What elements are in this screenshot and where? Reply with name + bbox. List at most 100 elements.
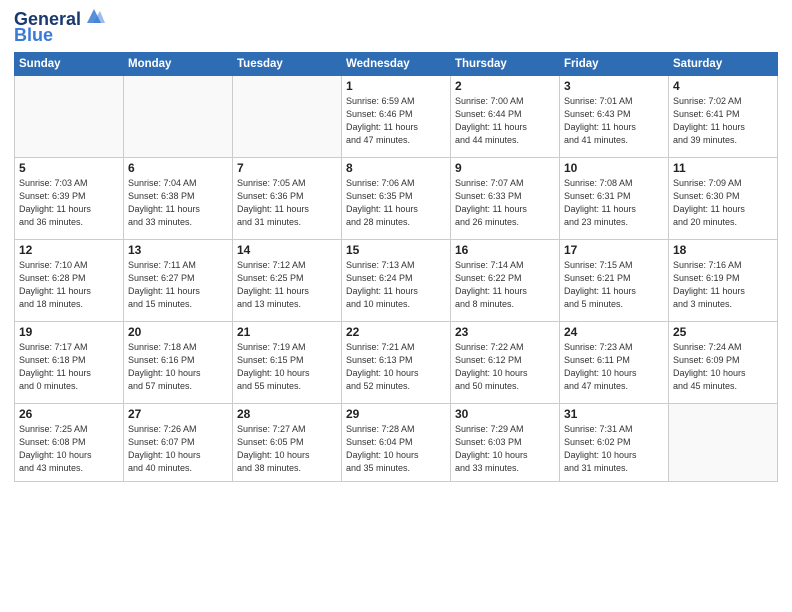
day-cell: 18Sunrise: 7:16 AM Sunset: 6:19 PM Dayli… (669, 239, 778, 321)
day-number: 22 (346, 325, 446, 339)
day-info: Sunrise: 6:59 AM Sunset: 6:46 PM Dayligh… (346, 95, 446, 147)
day-cell (124, 75, 233, 157)
day-cell: 25Sunrise: 7:24 AM Sunset: 6:09 PM Dayli… (669, 321, 778, 403)
day-number: 25 (673, 325, 773, 339)
weekday-header-wednesday: Wednesday (342, 52, 451, 75)
day-info: Sunrise: 7:18 AM Sunset: 6:16 PM Dayligh… (128, 341, 228, 393)
day-info: Sunrise: 7:25 AM Sunset: 6:08 PM Dayligh… (19, 423, 119, 475)
day-info: Sunrise: 7:26 AM Sunset: 6:07 PM Dayligh… (128, 423, 228, 475)
day-info: Sunrise: 7:13 AM Sunset: 6:24 PM Dayligh… (346, 259, 446, 311)
day-cell (233, 75, 342, 157)
week-row-2: 5 Sunrise: 7:03 AM Sunset: 6:39 PM Daylig… (15, 157, 778, 239)
day-info: Sunrise: 7:12 AM Sunset: 6:25 PM Dayligh… (237, 259, 337, 311)
day-info: Sunrise: 7:14 AM Sunset: 6:22 PM Dayligh… (455, 259, 555, 311)
day-cell: 2 Sunrise: 7:00 AM Sunset: 6:44 PM Daylig… (451, 75, 560, 157)
day-number: 7 (237, 161, 337, 175)
day-number: 8 (346, 161, 446, 175)
day-cell (669, 403, 778, 481)
weekday-header-monday: Monday (124, 52, 233, 75)
day-number: 18 (673, 243, 773, 257)
day-cell: 7 Sunrise: 7:05 AM Sunset: 6:36 PM Daylig… (233, 157, 342, 239)
week-row-3: 12 Sunrise: 7:10 AM Sunset: 6:28 PM Dayli… (15, 239, 778, 321)
day-info: Sunrise: 7:31 AM Sunset: 6:02 PM Dayligh… (564, 423, 664, 475)
day-cell: 27 Sunrise: 7:26 AM Sunset: 6:07 PM Dayli… (124, 403, 233, 481)
day-info: Sunrise: 7:04 AM Sunset: 6:38 PM Dayligh… (128, 177, 228, 229)
day-info: Sunrise: 7:21 AM Sunset: 6:13 PM Dayligh… (346, 341, 446, 393)
day-number: 23 (455, 325, 555, 339)
week-row-1: 1 Sunrise: 6:59 AM Sunset: 6:46 PM Daylig… (15, 75, 778, 157)
day-cell: 11 Sunrise: 7:09 AM Sunset: 6:30 PM Dayli… (669, 157, 778, 239)
day-info: Sunrise: 7:10 AM Sunset: 6:28 PM Dayligh… (19, 259, 119, 311)
weekday-header-row: SundayMondayTuesdayWednesdayThursdayFrid… (15, 52, 778, 75)
day-cell: 10Sunrise: 7:08 AM Sunset: 6:31 PM Dayli… (560, 157, 669, 239)
day-cell: 28 Sunrise: 7:27 AM Sunset: 6:05 PM Dayli… (233, 403, 342, 481)
day-info: Sunrise: 7:08 AM Sunset: 6:31 PM Dayligh… (564, 177, 664, 229)
day-cell: 17 Sunrise: 7:15 AM Sunset: 6:21 PM Dayli… (560, 239, 669, 321)
calendar-table: SundayMondayTuesdayWednesdayThursdayFrid… (14, 52, 778, 482)
day-number: 31 (564, 407, 664, 421)
day-number: 12 (19, 243, 119, 257)
day-cell: 15Sunrise: 7:13 AM Sunset: 6:24 PM Dayli… (342, 239, 451, 321)
day-info: Sunrise: 7:17 AM Sunset: 6:18 PM Dayligh… (19, 341, 119, 393)
day-cell: 8 Sunrise: 7:06 AM Sunset: 6:35 PM Daylig… (342, 157, 451, 239)
day-cell: 21Sunrise: 7:19 AM Sunset: 6:15 PM Dayli… (233, 321, 342, 403)
day-number: 26 (19, 407, 119, 421)
day-cell: 29 Sunrise: 7:28 AM Sunset: 6:04 PM Dayli… (342, 403, 451, 481)
day-cell: 14 Sunrise: 7:12 AM Sunset: 6:25 PM Dayli… (233, 239, 342, 321)
day-number: 14 (237, 243, 337, 257)
day-info: Sunrise: 7:06 AM Sunset: 6:35 PM Dayligh… (346, 177, 446, 229)
day-cell: 26 Sunrise: 7:25 AM Sunset: 6:08 PM Dayli… (15, 403, 124, 481)
day-info: Sunrise: 7:05 AM Sunset: 6:36 PM Dayligh… (237, 177, 337, 229)
day-number: 1 (346, 79, 446, 93)
day-info: Sunrise: 7:02 AM Sunset: 6:41 PM Dayligh… (673, 95, 773, 147)
day-cell: 20 Sunrise: 7:18 AM Sunset: 6:16 PM Dayli… (124, 321, 233, 403)
day-cell: 31 Sunrise: 7:31 AM Sunset: 6:02 PM Dayli… (560, 403, 669, 481)
day-number: 5 (19, 161, 119, 175)
day-cell: 5 Sunrise: 7:03 AM Sunset: 6:39 PM Daylig… (15, 157, 124, 239)
day-number: 13 (128, 243, 228, 257)
day-info: Sunrise: 7:09 AM Sunset: 6:30 PM Dayligh… (673, 177, 773, 229)
day-number: 24 (564, 325, 664, 339)
day-number: 30 (455, 407, 555, 421)
day-info: Sunrise: 7:01 AM Sunset: 6:43 PM Dayligh… (564, 95, 664, 147)
day-cell: 1 Sunrise: 6:59 AM Sunset: 6:46 PM Daylig… (342, 75, 451, 157)
day-cell: 9Sunrise: 7:07 AM Sunset: 6:33 PM Daylig… (451, 157, 560, 239)
day-cell: 16Sunrise: 7:14 AM Sunset: 6:22 PM Dayli… (451, 239, 560, 321)
day-cell: 4 Sunrise: 7:02 AM Sunset: 6:41 PM Daylig… (669, 75, 778, 157)
day-cell: 24 Sunrise: 7:23 AM Sunset: 6:11 PM Dayli… (560, 321, 669, 403)
day-number: 27 (128, 407, 228, 421)
weekday-header-friday: Friday (560, 52, 669, 75)
day-number: 28 (237, 407, 337, 421)
day-number: 2 (455, 79, 555, 93)
day-info: Sunrise: 7:11 AM Sunset: 6:27 PM Dayligh… (128, 259, 228, 311)
day-number: 6 (128, 161, 228, 175)
weekday-header-thursday: Thursday (451, 52, 560, 75)
day-number: 9 (455, 161, 555, 175)
day-number: 19 (19, 325, 119, 339)
day-info: Sunrise: 7:23 AM Sunset: 6:11 PM Dayligh… (564, 341, 664, 393)
day-number: 20 (128, 325, 228, 339)
day-info: Sunrise: 7:03 AM Sunset: 6:39 PM Dayligh… (19, 177, 119, 229)
day-cell: 6 Sunrise: 7:04 AM Sunset: 6:38 PM Daylig… (124, 157, 233, 239)
day-cell: 30 Sunrise: 7:29 AM Sunset: 6:03 PM Dayli… (451, 403, 560, 481)
day-number: 29 (346, 407, 446, 421)
day-cell (15, 75, 124, 157)
day-info: Sunrise: 7:27 AM Sunset: 6:05 PM Dayligh… (237, 423, 337, 475)
day-cell: 22 Sunrise: 7:21 AM Sunset: 6:13 PM Dayli… (342, 321, 451, 403)
day-info: Sunrise: 7:29 AM Sunset: 6:03 PM Dayligh… (455, 423, 555, 475)
day-number: 4 (673, 79, 773, 93)
day-cell: 23 Sunrise: 7:22 AM Sunset: 6:12 PM Dayli… (451, 321, 560, 403)
day-info: Sunrise: 7:00 AM Sunset: 6:44 PM Dayligh… (455, 95, 555, 147)
weekday-header-saturday: Saturday (669, 52, 778, 75)
day-info: Sunrise: 7:22 AM Sunset: 6:12 PM Dayligh… (455, 341, 555, 393)
day-cell: 3 Sunrise: 7:01 AM Sunset: 6:43 PM Daylig… (560, 75, 669, 157)
day-number: 3 (564, 79, 664, 93)
day-info: Sunrise: 7:19 AM Sunset: 6:15 PM Dayligh… (237, 341, 337, 393)
day-info: Sunrise: 7:15 AM Sunset: 6:21 PM Dayligh… (564, 259, 664, 311)
week-row-4: 19 Sunrise: 7:17 AM Sunset: 6:18 PM Dayli… (15, 321, 778, 403)
day-cell: 12 Sunrise: 7:10 AM Sunset: 6:28 PM Dayli… (15, 239, 124, 321)
day-number: 17 (564, 243, 664, 257)
header: General Blue (14, 10, 778, 46)
day-number: 11 (673, 161, 773, 175)
day-info: Sunrise: 7:28 AM Sunset: 6:04 PM Dayligh… (346, 423, 446, 475)
